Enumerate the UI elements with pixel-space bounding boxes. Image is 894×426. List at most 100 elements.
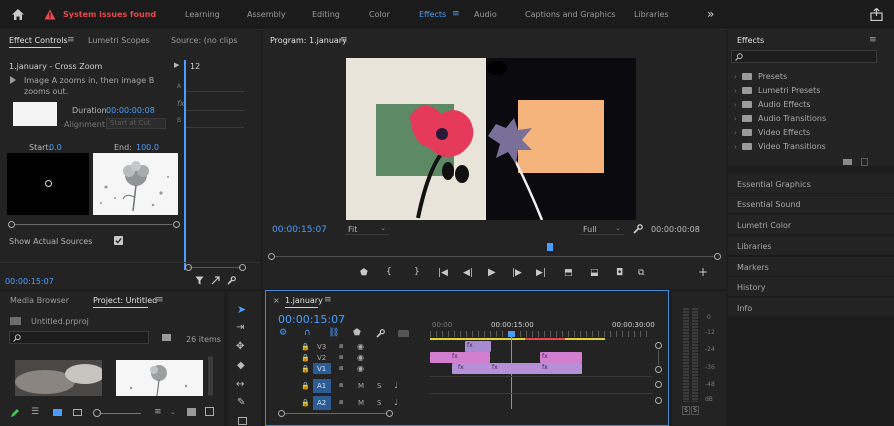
timeline-timecode[interactable]: 00:00:15:07 bbox=[278, 313, 345, 326]
track-label-v3[interactable]: V3 bbox=[317, 343, 326, 351]
workspace-learning[interactable]: Learning bbox=[185, 10, 220, 19]
pen-tool-icon[interactable]: ✎ bbox=[237, 397, 245, 408]
home-icon[interactable] bbox=[11, 8, 25, 21]
lift-icon[interactable]: ⬒ bbox=[564, 268, 573, 278]
workspace-assembly[interactable]: Assembly bbox=[247, 10, 286, 19]
microphone-icon[interactable]: ♩ bbox=[394, 398, 398, 407]
project-menu-icon[interactable]: ≡ bbox=[156, 295, 164, 305]
ripple-edit-tool-icon[interactable]: ✥ bbox=[236, 341, 244, 352]
eye-icon[interactable]: ◉ bbox=[357, 364, 364, 373]
rectangle-tool-icon[interactable] bbox=[238, 417, 247, 425]
solo-icon[interactable]: S bbox=[377, 382, 381, 390]
zoom-slider-track[interactable] bbox=[101, 413, 141, 414]
section-essential-sound[interactable]: Essential Sound bbox=[728, 194, 894, 214]
duration-value[interactable]: 00:00:00:08 bbox=[106, 106, 155, 115]
system-status-text[interactable]: System issues found bbox=[63, 10, 156, 19]
section-libraries[interactable]: Libraries bbox=[728, 236, 894, 256]
timeline-horizontal-scroll[interactable] bbox=[283, 413, 388, 414]
play-preview-icon[interactable] bbox=[9, 76, 17, 84]
effects-item-video-transitions[interactable]: › Video Transitions bbox=[734, 142, 826, 154]
workspace-libraries[interactable]: Libraries bbox=[634, 10, 669, 19]
workspace-menu-icon[interactable]: ≡ bbox=[452, 9, 460, 19]
section-history[interactable]: History bbox=[728, 277, 894, 297]
mark-in-icon[interactable]: { bbox=[386, 267, 392, 277]
button-editor-plus-icon[interactable]: + bbox=[698, 265, 708, 279]
add-marker-icon[interactable]: ⬟ bbox=[360, 268, 368, 278]
effects-item-audio-effects[interactable]: › Audio Effects bbox=[734, 100, 810, 112]
track-label-a2[interactable]: A2 bbox=[317, 399, 326, 407]
sync-lock-icon[interactable]: ⧈ bbox=[339, 398, 343, 407]
workspace-captions[interactable]: Captions and Graphics bbox=[525, 10, 616, 19]
nest-toggle-icon[interactable]: ⚙ bbox=[279, 328, 287, 338]
track-label-v2[interactable]: V2 bbox=[317, 354, 326, 362]
more-workspaces-icon[interactable]: » bbox=[707, 7, 714, 21]
razor-tool-icon[interactable]: ◆ bbox=[237, 360, 245, 371]
panel-menu-icon[interactable]: ≡ bbox=[67, 35, 75, 45]
microphone-icon[interactable]: ♩ bbox=[394, 381, 398, 390]
close-sequence-icon[interactable]: × bbox=[273, 296, 280, 305]
sync-lock-icon[interactable]: ⧈ bbox=[339, 364, 343, 373]
timeline-clip[interactable]: fx bbox=[540, 352, 582, 363]
ec-timecode[interactable]: 00:00:15:07 bbox=[5, 277, 54, 286]
share-icon[interactable] bbox=[870, 8, 883, 21]
solo-right-button[interactable]: S bbox=[691, 406, 699, 415]
program-timecode[interactable]: 00:00:15:07 bbox=[272, 225, 327, 235]
ec-zoom-scroll[interactable] bbox=[189, 267, 241, 268]
lock-icon[interactable]: 🔒 bbox=[301, 382, 310, 390]
sequence-tab[interactable]: 1.january bbox=[285, 296, 323, 305]
program-monitor-title[interactable]: Program: 1.january bbox=[270, 36, 347, 45]
comparison-view-icon[interactable]: ⧉ bbox=[638, 268, 644, 278]
timeline-clip[interactable]: fx bbox=[430, 352, 490, 363]
quality-select[interactable]: Full ⌄ bbox=[580, 223, 624, 235]
end-value[interactable]: 100.0 bbox=[136, 143, 159, 152]
export-icon[interactable] bbox=[211, 276, 220, 285]
selection-tool-icon[interactable]: ➤ bbox=[237, 303, 246, 316]
start-preview[interactable] bbox=[7, 153, 89, 215]
mute-icon[interactable]: M bbox=[358, 382, 364, 390]
step-back-icon[interactable]: ◀| bbox=[463, 268, 473, 278]
mute-icon[interactable]: M bbox=[358, 399, 364, 407]
media-thumbnail-1[interactable] bbox=[15, 360, 102, 396]
program-scrubber-track[interactable] bbox=[272, 256, 717, 257]
track-label-a1[interactable]: A1 bbox=[317, 382, 326, 390]
tab-media-browser[interactable]: Media Browser bbox=[10, 296, 69, 305]
extract-icon[interactable]: ⬓ bbox=[590, 268, 599, 278]
workspace-color[interactable]: Color bbox=[369, 10, 390, 19]
add-marker-timeline-icon[interactable]: ⬟ bbox=[353, 328, 361, 338]
show-actual-sources-checkbox[interactable] bbox=[114, 236, 123, 245]
effects-item-presets[interactable]: › Presets bbox=[734, 72, 787, 84]
project-scrollbar[interactable] bbox=[208, 356, 213, 396]
filter-icon[interactable] bbox=[195, 276, 204, 285]
step-forward-icon[interactable]: |▶ bbox=[512, 268, 522, 278]
warning-icon[interactable] bbox=[44, 9, 56, 20]
workspace-effects[interactable]: Effects bbox=[419, 10, 446, 19]
play-button-icon[interactable]: ▶ bbox=[488, 267, 496, 278]
workspace-audio[interactable]: Audio bbox=[474, 10, 497, 19]
mark-out-icon[interactable]: } bbox=[414, 267, 420, 277]
timeline-clip[interactable]: fx bbox=[465, 341, 491, 352]
fit-select[interactable]: Fit ⌄ bbox=[345, 223, 389, 235]
sync-lock-icon[interactable]: ⧈ bbox=[339, 353, 343, 362]
go-to-in-icon[interactable]: |◀ bbox=[438, 268, 448, 278]
effects-item-video-effects[interactable]: › Video Effects bbox=[734, 128, 810, 140]
tab-project[interactable]: Project: Untitled bbox=[93, 296, 157, 305]
program-playhead[interactable] bbox=[547, 243, 553, 251]
effects-panel-title[interactable]: Effects bbox=[737, 36, 764, 45]
new-bin-icon[interactable] bbox=[187, 408, 196, 416]
timeline-menu-icon[interactable]: ≡ bbox=[324, 295, 332, 305]
track-label-v1[interactable]: V1 bbox=[317, 365, 326, 373]
project-search-input[interactable] bbox=[9, 331, 149, 344]
section-essential-graphics[interactable]: Essential Graphics bbox=[728, 174, 894, 194]
bin-icon[interactable] bbox=[162, 334, 171, 341]
tab-effect-controls[interactable]: Effect Controls bbox=[9, 36, 68, 45]
solo-left-button[interactable]: S bbox=[682, 406, 690, 415]
sort-dropdown-icon[interactable]: ⌄ bbox=[170, 408, 176, 416]
alignment-select[interactable]: Start at Cut bbox=[106, 118, 166, 129]
export-frame-camera-icon[interactable]: ◘ bbox=[616, 268, 623, 278]
list-view-icon[interactable]: ☰ bbox=[31, 407, 39, 417]
timeline-settings-icon[interactable] bbox=[376, 329, 385, 338]
sync-lock-icon[interactable]: ⧈ bbox=[339, 381, 343, 390]
end-slider-handle[interactable] bbox=[173, 221, 180, 228]
time-ruler[interactable] bbox=[430, 331, 652, 337]
captions-icon[interactable] bbox=[398, 330, 409, 337]
